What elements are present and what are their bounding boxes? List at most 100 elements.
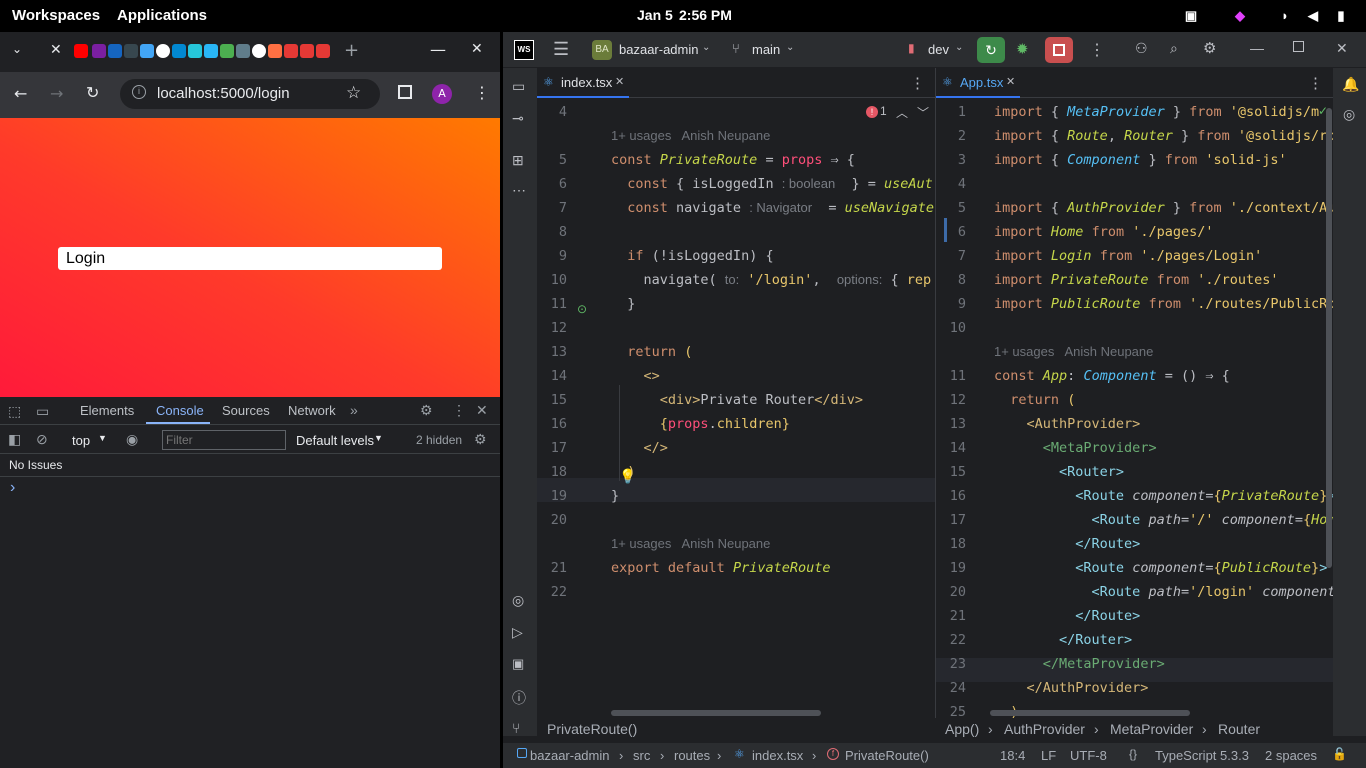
tab-icon[interactable] — [140, 44, 154, 58]
tab-elements[interactable]: Elements — [80, 403, 134, 418]
code-line[interactable]: <Route component={PublicRoute}> — [994, 556, 1327, 580]
editor-right[interactable]: ⚛ App.tsx ✕ ⋮ ✓ 1 import { MetaProvider }… — [936, 68, 1333, 718]
line-number[interactable] — [537, 124, 567, 148]
prev-error-icon[interactable]: ︿ — [896, 104, 908, 121]
tab-icon[interactable] — [284, 44, 298, 58]
line-number[interactable]: 15 — [537, 388, 567, 412]
line-number[interactable]: 5 — [936, 196, 966, 220]
inspect-icon[interactable]: ⬚ — [8, 403, 21, 420]
applications-menu[interactable]: Applications — [117, 7, 207, 24]
code-line[interactable]: {props.children} — [611, 412, 790, 436]
youtube-tab-icon[interactable] — [74, 44, 88, 58]
stop-button[interactable] — [1045, 37, 1073, 63]
line-number[interactable]: 20 — [936, 580, 966, 604]
git-icon[interactable]: ⑂ — [512, 720, 520, 736]
tab-icon[interactable] — [204, 44, 218, 58]
line-number[interactable]: 9 — [936, 292, 966, 316]
line-number[interactable]: 3 — [936, 148, 966, 172]
breadcrumb-app[interactable]: App() — [945, 721, 979, 737]
breadcrumb-router[interactable]: Router — [1218, 721, 1260, 737]
terminal-icon[interactable]: ▣ — [512, 656, 524, 672]
close-window-icon[interactable]: ✕ — [471, 41, 483, 57]
indent-setting[interactable]: 2 spaces — [1265, 748, 1317, 763]
code-line[interactable]: if (!isLoggedIn) { — [611, 244, 773, 268]
code-line[interactable]: import { MetaProvider } from '@solidjs/m — [994, 100, 1319, 124]
code-line[interactable]: ) — [611, 460, 635, 484]
line-number[interactable]: 13 — [537, 340, 567, 364]
line-number[interactable]: 6 — [936, 220, 966, 244]
site-info-icon[interactable]: i — [132, 85, 146, 99]
line-number[interactable]: 23 — [936, 652, 966, 676]
code-line[interactable]: <Route component={PrivateRoute}> — [994, 484, 1333, 508]
code-line[interactable]: <> — [611, 364, 660, 388]
code-line[interactable]: } — [611, 292, 635, 316]
code-line[interactable]: import { Route, Router } from '@solidjs/… — [994, 124, 1333, 148]
minimize-icon[interactable]: — — [430, 40, 446, 59]
line-number[interactable]: 8 — [537, 220, 567, 244]
line-number[interactable]: 7 — [936, 244, 966, 268]
line-number[interactable]: 15 — [936, 460, 966, 484]
code-line[interactable]: navigate( to: '/login', options: { rep — [611, 268, 932, 292]
line-number[interactable]: 17 — [936, 508, 966, 532]
notifications-bell-icon[interactable]: 🔔 — [1342, 76, 1359, 93]
structure-icon[interactable]: ⊞ — [512, 152, 524, 169]
main-menu-icon[interactable]: ☰ — [553, 39, 569, 60]
tab-icon[interactable] — [188, 44, 202, 58]
code-line[interactable]: import PublicRoute from './routes/Public… — [994, 292, 1333, 316]
status-path-src[interactable]: src — [633, 748, 650, 763]
code-line[interactable]: const { isLoggedIn : boolean } = useAut — [611, 172, 933, 196]
horizontal-scrollbar[interactable] — [990, 710, 1190, 716]
tab-icon[interactable] — [268, 44, 282, 58]
horizontal-scrollbar[interactable] — [611, 710, 821, 716]
devtools-menu-icon[interactable]: ⋮ — [452, 402, 466, 419]
line-number[interactable]: 10 — [537, 268, 567, 292]
url-input[interactable]: i localhost:5000/login — [120, 79, 380, 109]
code-line[interactable]: </AuthProvider> — [994, 676, 1149, 700]
code-line[interactable]: import Home from './pages/' — [994, 220, 1214, 244]
line-number[interactable] — [936, 340, 966, 364]
volume-icon[interactable]: ◀ — [1305, 8, 1321, 24]
line-number[interactable]: 14 — [537, 364, 567, 388]
line-number[interactable]: 9 — [537, 244, 567, 268]
run-config[interactable]: dev — [928, 42, 949, 57]
line-number[interactable]: 17 — [537, 436, 567, 460]
code-line[interactable]: <Route path='/' component={Home — [994, 508, 1333, 532]
code-line[interactable]: </Route> — [994, 532, 1140, 556]
debug-icon[interactable]: ✹ — [1016, 40, 1029, 58]
login-field[interactable]: Login — [58, 247, 442, 270]
code-line[interactable]: <Route path='/login' component= — [994, 580, 1333, 604]
app-tray-icon[interactable]: ◆ — [1232, 8, 1248, 24]
tab-icon[interactable] — [316, 44, 330, 58]
next-error-icon[interactable]: ﹀ — [917, 104, 929, 121]
tab-icon[interactable] — [172, 44, 186, 58]
code-line[interactable]: import { Component } from 'solid-js' — [994, 148, 1287, 172]
back-icon[interactable]: ← — [14, 84, 27, 103]
workspaces-menu[interactable]: Workspaces — [12, 7, 100, 24]
line-number[interactable]: 18 — [537, 460, 567, 484]
code-line[interactable]: </Route> — [994, 604, 1140, 628]
bookmark-star-icon[interactable]: ☆ — [346, 83, 361, 103]
implementations-gutter-icon[interactable]: ⊙ — [577, 302, 587, 316]
clock-date[interactable]: Jan 5 — [637, 7, 673, 23]
line-number[interactable]: 19 — [537, 484, 567, 508]
tab-icon[interactable] — [124, 44, 138, 58]
reload-icon[interactable]: ↻ — [86, 83, 99, 102]
context-select[interactable]: top — [72, 433, 90, 448]
tab-icon[interactable] — [220, 44, 234, 58]
device-toolbar-icon[interactable]: ▭ — [36, 403, 49, 420]
project-name[interactable]: bazaar-admin — [619, 42, 699, 57]
maximize-icon[interactable] — [1293, 41, 1304, 52]
line-number[interactable]: 14 — [936, 436, 966, 460]
line-number[interactable]: 7 — [537, 196, 567, 220]
screen-icon[interactable]: ▣ — [1183, 8, 1199, 24]
tabs-menu-icon[interactable]: ⋮ — [910, 74, 925, 92]
branch-name[interactable]: main — [752, 42, 780, 57]
eye-icon[interactable]: ◉ — [126, 431, 138, 448]
code-line[interactable]: return ( — [611, 340, 692, 364]
tab-search-icon[interactable]: ⌄ — [12, 42, 22, 56]
line-number[interactable]: 21 — [936, 604, 966, 628]
code-line[interactable]: </> — [611, 436, 668, 460]
more-tabs-icon[interactable]: » — [350, 402, 358, 418]
status-path-file[interactable]: index.tsx — [752, 748, 803, 763]
search-icon[interactable]: ⌕ — [1170, 40, 1178, 57]
